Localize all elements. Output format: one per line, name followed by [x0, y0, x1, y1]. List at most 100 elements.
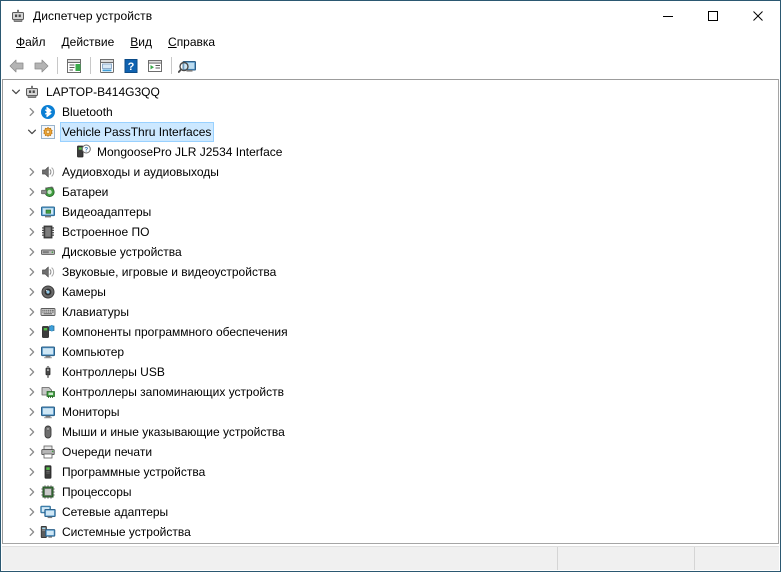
chevron-right-icon[interactable] [24, 504, 40, 520]
tree-node-label: Системные устройства [62, 525, 191, 539]
tree-node-mice-pointing-devices[interactable]: Мыши и иные указывающие устройства [3, 422, 778, 442]
speaker-icon [40, 264, 56, 280]
maximize-icon [707, 11, 718, 21]
tree-node-vehicle-passthru-interfaces[interactable]: Vehicle PassThru Interfaces [3, 122, 778, 142]
tree-node-sound-video-game-controllers[interactable]: Звуковые, игровые и видеоустройства [3, 262, 778, 282]
chevron-right-icon[interactable] [24, 524, 40, 540]
menu-help-accel: С [168, 35, 177, 49]
display-adapter-icon [40, 204, 56, 220]
chevron-right-icon[interactable] [24, 184, 40, 200]
tree-node-hid-devices[interactable]: Устройства HID (Human Interface Devices) [3, 542, 778, 543]
tree-node-label: Компьютер [62, 345, 125, 359]
tree-node-usb-controllers[interactable]: Контроллеры USB [3, 362, 778, 382]
separator-1 [57, 57, 58, 74]
tree-node-label: Очереди печати [62, 445, 153, 459]
tree-node-software-components[interactable]: Компоненты программного обеспечения [3, 322, 778, 342]
tree-node-software-devices[interactable]: Программные устройства [3, 462, 778, 482]
chevron-right-icon[interactable] [24, 364, 40, 380]
menu-action[interactable]: Действие [54, 33, 123, 51]
keyboard-icon [40, 304, 56, 320]
minimize-icon [662, 16, 673, 17]
tree-node-system-devices[interactable]: Системные устройства [3, 522, 778, 542]
chevron-right-icon[interactable] [24, 444, 40, 460]
help-button[interactable]: ? [119, 54, 143, 77]
tree-node-label: Видеоадаптеры [62, 205, 152, 219]
tree-node-bluetooth[interactable]: Bluetooth [3, 102, 778, 122]
chevron-right-icon[interactable] [24, 424, 40, 440]
back-button[interactable] [5, 54, 29, 77]
chevron-right-icon[interactable] [24, 284, 40, 300]
menu-file[interactable]: Файл [8, 33, 54, 51]
forward-button[interactable] [29, 54, 53, 77]
chevron-right-icon[interactable] [24, 324, 40, 340]
tree-node-disk-drives[interactable]: Дисковые устройства [3, 242, 778, 262]
close-icon [752, 11, 763, 21]
printer-icon [40, 444, 56, 460]
tree-node-label: Компоненты программного обеспечения [62, 325, 288, 339]
properties-button[interactable] [62, 54, 86, 77]
tree-node-storage-controllers[interactable]: Контроллеры запоминающих устройств [3, 382, 778, 402]
chevron-right-icon[interactable] [24, 344, 40, 360]
device-manager-window: Диспетчер устройств Файл Действие Вид Сп… [0, 0, 781, 572]
maximize-button[interactable] [690, 1, 735, 31]
chevron-right-icon[interactable] [24, 204, 40, 220]
update-driver-button[interactable] [95, 54, 119, 77]
tree-node-batteries[interactable]: Батареи [3, 182, 778, 202]
close-button[interactable] [735, 1, 780, 31]
menu-view[interactable]: Вид [122, 33, 160, 51]
chevron-right-icon[interactable] [24, 244, 40, 260]
chevron-right-icon[interactable] [24, 164, 40, 180]
scan-hardware-changes-button[interactable] [176, 54, 200, 77]
tree-node-label: Встроенное ПО [62, 225, 150, 239]
chevron-right-icon[interactable] [24, 264, 40, 280]
tree-node-mongoosepro-jlr-j2534-interface[interactable]: ? MongoosePro JLR J2534 Interface [3, 142, 778, 162]
battery-icon [40, 184, 56, 200]
tree-node-label: Аудиовходы и аудиовыходы [62, 165, 219, 179]
tree-node-root[interactable]: LAPTOP-B414G3QQ [3, 82, 778, 102]
tree-node-label: Дисковые устройства [62, 245, 182, 259]
update-driver-icon [100, 58, 114, 73]
chevron-right-icon[interactable] [24, 224, 40, 240]
menu-action-rest: ействие [69, 35, 115, 49]
device-tree[interactable]: LAPTOP-B414G3QQ Bluetooth Vehicle PassThru… [2, 79, 779, 544]
scan-computer-icon [178, 60, 196, 73]
chevron-right-icon[interactable] [24, 384, 40, 400]
chevron-right-icon[interactable] [24, 484, 40, 500]
menu-action-accel: Д [61, 35, 70, 49]
monitor-icon [40, 404, 56, 420]
disk-drive-icon [40, 244, 56, 260]
tree-node-print-queues[interactable]: Очереди печати [3, 442, 778, 462]
chevron-down-icon[interactable] [8, 84, 24, 100]
caption-buttons [645, 1, 780, 31]
tree-node-network-adapters[interactable]: Сетевые адаптеры [3, 502, 778, 522]
chevron-right-icon[interactable] [24, 304, 40, 320]
chevron-down-icon[interactable] [24, 124, 40, 140]
chevron-right-icon[interactable] [24, 464, 40, 480]
system-device-icon [40, 524, 56, 540]
menu-help[interactable]: Справка [160, 33, 223, 51]
monitor-icon [40, 344, 56, 360]
show-hidden-devices-button[interactable] [143, 54, 167, 77]
title-bar: Диспетчер устройств [1, 1, 780, 31]
camera-icon [40, 284, 56, 300]
tree-node-keyboards[interactable]: Клавиатуры [3, 302, 778, 322]
usb-icon [40, 364, 56, 380]
tree-node-firmware[interactable]: Встроенное ПО [3, 222, 778, 242]
status-panel-main [2, 547, 558, 570]
tree-node-label: Звуковые, игровые и видеоустройства [62, 265, 277, 279]
tree-node-audio-inputs-outputs[interactable]: Аудиовходы и аудиовыходы [3, 162, 778, 182]
chevron-right-icon[interactable] [24, 104, 40, 120]
tree-node-computer[interactable]: Компьютер [3, 342, 778, 362]
tree-node-display-adapters[interactable]: Видеоадаптеры [3, 202, 778, 222]
menu-file-accel: Ф [16, 35, 26, 49]
svg-text:?: ? [84, 147, 88, 154]
tree-node-label: Сетевые адаптеры [62, 505, 169, 519]
chevron-right-icon[interactable] [24, 404, 40, 420]
tree-node-label: LAPTOP-B414G3QQ [46, 85, 160, 99]
minimize-button[interactable] [645, 1, 690, 31]
tree-node-cameras[interactable]: Камеры [3, 282, 778, 302]
tree-node-processors[interactable]: Процессоры [3, 482, 778, 502]
processor-icon [40, 484, 56, 500]
tree-node-label: Мониторы [62, 405, 120, 419]
tree-node-monitors[interactable]: Мониторы [3, 402, 778, 422]
